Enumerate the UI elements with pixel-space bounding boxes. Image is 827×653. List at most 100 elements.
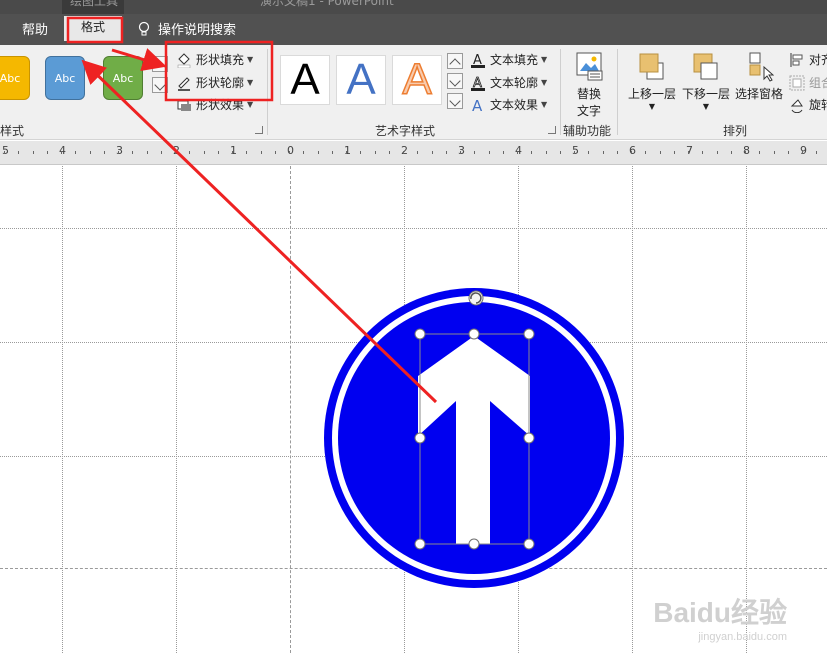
- ruler-tick: [560, 151, 561, 154]
- ruler-tick: [774, 151, 775, 154]
- resize-handle[interactable]: [523, 328, 535, 340]
- ruler-tick: [489, 151, 490, 154]
- alt-text-button[interactable]: 替换 文字: [570, 51, 608, 119]
- send-backward-icon: [691, 51, 721, 83]
- ribbon-tab-bar: 帮助 格式 操作说明搜索: [0, 14, 827, 45]
- ruler-tick: [816, 151, 817, 154]
- ruler-tick: [375, 151, 376, 154]
- document-title: 演示文稿1 - PowerPoint: [260, 0, 394, 8]
- ruler-tick: [261, 151, 262, 154]
- wordart-style-blue[interactable]: A: [336, 55, 386, 105]
- ruler-tick: [104, 151, 105, 154]
- shape-style-scroll-down[interactable]: [152, 77, 168, 93]
- shape-styles-dialog-launcher[interactable]: [255, 126, 263, 134]
- bring-forward-icon: [637, 51, 667, 83]
- shape-fill-label: 形状填充: [196, 53, 245, 67]
- shape-style-blue[interactable]: Abc: [45, 56, 85, 100]
- horizontal-ruler: 543210123456789: [0, 141, 827, 165]
- wordart-scroll-down[interactable]: [447, 73, 463, 89]
- dropdown-arrow-icon: ▼: [247, 78, 254, 87]
- align-button[interactable]: 对齐: [789, 51, 827, 68]
- tab-format[interactable]: 格式: [64, 16, 122, 41]
- chevron-down-icon: [449, 95, 461, 107]
- ruler-tick: [275, 151, 276, 154]
- slide-canvas[interactable]: Baidu经验 jingyan.baidu.com: [0, 166, 827, 653]
- text-effects-button[interactable]: A 文本效果 ▼: [470, 96, 547, 115]
- text-outline-button[interactable]: A 文本轮廓 ▼: [470, 74, 547, 91]
- ruler-tick: [403, 151, 404, 154]
- rotate-label: 旋转: [809, 98, 827, 112]
- wordart-glyph: A: [402, 54, 433, 105]
- group-separator: [617, 49, 618, 135]
- ruler-tick: [118, 151, 119, 154]
- arrange-group-label: 排列: [723, 124, 748, 138]
- resize-handle[interactable]: [523, 538, 535, 550]
- send-backward-button[interactable]: 下移一层 ▼: [680, 51, 732, 111]
- bring-forward-button[interactable]: 上移一层 ▼: [625, 51, 679, 111]
- chevron-up-icon: [449, 58, 461, 70]
- group-objects-button[interactable]: 组合: [789, 74, 827, 91]
- search-label: 操作说明搜索: [158, 23, 237, 38]
- rotate-button[interactable]: 旋转: [789, 96, 827, 113]
- ruler-tick: [788, 151, 789, 154]
- tab-help[interactable]: 帮助: [22, 19, 48, 38]
- resize-handle[interactable]: [414, 538, 426, 550]
- wordart-more[interactable]: [447, 93, 463, 109]
- group-separator: [560, 49, 561, 135]
- ruler-tick: [232, 151, 233, 154]
- wordart-style-black[interactable]: A: [280, 55, 330, 105]
- ruler-tick: [18, 151, 19, 154]
- shape-styles-group-label: 样式: [0, 124, 25, 138]
- wordart-glyph: A: [290, 55, 320, 104]
- wordart-glyph: A: [346, 55, 376, 104]
- ruler-tick: [303, 151, 304, 154]
- rotate-handle[interactable]: [468, 290, 484, 306]
- dropdown-arrow-icon: ▼: [541, 55, 548, 64]
- resize-handle[interactable]: [523, 432, 535, 444]
- shape-outline-button[interactable]: 形状轮廓 ▼: [176, 74, 253, 91]
- ruler-tick: [218, 151, 219, 154]
- wordart-style-orange[interactable]: A: [392, 54, 442, 105]
- ruler-tick: [147, 151, 148, 154]
- ruler-tick: [446, 151, 447, 154]
- ruler-tick: [360, 151, 361, 154]
- ruler-tick: [674, 151, 675, 154]
- text-fill-icon: A: [470, 52, 486, 68]
- chevron-up-icon: [154, 61, 166, 73]
- resize-handle[interactable]: [414, 432, 426, 444]
- dropdown-arrow-icon: ▼: [247, 100, 254, 109]
- send-backward-label: 下移一层: [681, 87, 730, 101]
- ruler-tick: [802, 151, 803, 154]
- shape-style-yellow[interactable]: Abc: [0, 56, 30, 100]
- selection-pane-label: 选择窗格: [734, 87, 783, 101]
- tell-me-search[interactable]: 操作说明搜索: [138, 19, 236, 38]
- paint-bucket-icon: [176, 52, 192, 68]
- shape-fill-button[interactable]: 形状填充 ▼: [176, 51, 253, 68]
- ruler-tick: [474, 151, 475, 154]
- lightbulb-icon: [138, 21, 150, 37]
- ruler-tick: [631, 151, 632, 154]
- alt-text-line1: 替换: [576, 87, 601, 101]
- rotate-icon: [789, 97, 805, 113]
- shape-style-scroll-up[interactable]: [152, 56, 168, 73]
- ruler-tick: [432, 151, 433, 154]
- shape-effects-button[interactable]: 形状效果 ▼: [176, 96, 253, 113]
- text-fill-button[interactable]: A 文本填充 ▼: [470, 51, 547, 68]
- resize-handle[interactable]: [414, 328, 426, 340]
- wordart-dialog-launcher[interactable]: [548, 126, 556, 134]
- wordart-scroll-up[interactable]: [447, 53, 463, 70]
- bring-forward-label: 上移一层: [627, 87, 676, 101]
- group-separator: [267, 49, 268, 135]
- accessibility-group-label: 辅助功能: [563, 124, 612, 138]
- resize-handle[interactable]: [468, 538, 480, 550]
- shape-outline-label: 形状轮廓: [196, 76, 245, 90]
- shape-style-green[interactable]: Abc: [103, 56, 143, 100]
- ruler-tick: [246, 151, 247, 154]
- dropdown-arrow-icon: ▼: [648, 102, 656, 111]
- watermark-sub: jingyan.baidu.com: [698, 631, 787, 643]
- resize-handle[interactable]: [468, 328, 480, 340]
- text-outline-label: 文本轮廓: [490, 76, 539, 90]
- align-icon: [789, 52, 805, 68]
- align-label: 对齐: [809, 53, 827, 67]
- selection-pane-button[interactable]: 选择窗格: [733, 51, 785, 102]
